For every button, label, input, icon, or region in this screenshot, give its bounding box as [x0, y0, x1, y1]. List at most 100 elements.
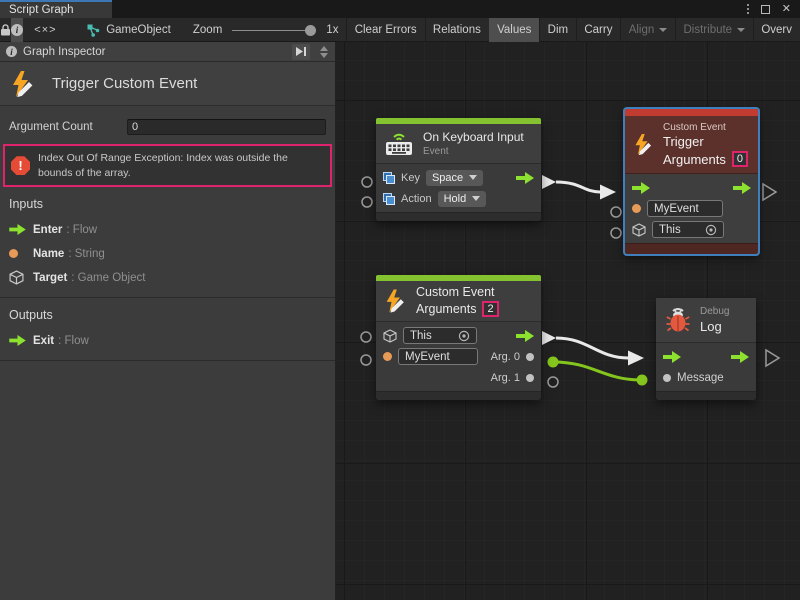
carry-button[interactable]: Carry: [576, 18, 620, 42]
port-debug-exit[interactable]: [766, 350, 779, 366]
port-keyboard-key[interactable]: [362, 177, 372, 187]
section-divider: [0, 360, 335, 361]
keyboard-icon: [384, 130, 414, 157]
info-icon: i: [11, 24, 23, 36]
message-label: Message: [677, 372, 724, 384]
action-dropdown[interactable]: Hold: [438, 191, 487, 207]
event-name-field[interactable]: MyEvent: [647, 200, 723, 217]
enum-icon: [383, 193, 395, 205]
gameobject-button[interactable]: GameObject: [78, 18, 179, 42]
lock-button[interactable]: [0, 18, 11, 42]
flow-out-arrow-icon[interactable]: [731, 351, 749, 363]
target-field[interactable]: This: [403, 327, 477, 344]
code-view-button[interactable]: <×>: [26, 18, 64, 42]
flow-in-arrow-icon[interactable]: [663, 351, 681, 363]
inspector-toggle-button[interactable]: i: [11, 18, 23, 42]
object-picker-icon[interactable]: [458, 330, 470, 342]
window-menu-icon[interactable]: [747, 4, 749, 14]
node-error-bar: [625, 109, 758, 116]
zoom-label: Zoom: [185, 18, 222, 42]
flow-in-arrow-icon[interactable]: [632, 182, 650, 194]
info-icon: i: [6, 46, 17, 57]
port-trigger-exit[interactable]: [763, 184, 776, 200]
target-field[interactable]: This: [652, 221, 724, 238]
wire-arrowhead: [628, 351, 644, 366]
close-icon[interactable]: ✕: [782, 4, 791, 15]
inspector-header-title: Graph Inspector: [23, 46, 105, 58]
input-item-target: Target : Game Object: [9, 271, 326, 284]
relations-button[interactable]: Relations: [425, 18, 489, 42]
node-debug-log[interactable]: Debug Log Message: [656, 298, 756, 400]
flow-out-arrow-icon[interactable]: [516, 172, 534, 184]
titlebar-spacer: [112, 0, 747, 18]
port-keyboard-action[interactable]: [362, 197, 372, 207]
arg0-port-icon[interactable]: [526, 353, 534, 361]
spinner-down-icon: [320, 53, 328, 58]
port-trigger-target[interactable]: [611, 228, 621, 238]
outputs-header: Outputs: [9, 308, 326, 322]
event-name-field[interactable]: MyEvent: [398, 348, 478, 365]
port-arg1-out[interactable]: [548, 377, 558, 387]
port-message-in[interactable]: [637, 375, 648, 386]
argument-count-input[interactable]: 0: [127, 119, 326, 135]
title-bar: Script Graph ✕: [0, 0, 800, 18]
flow-out-arrow-icon[interactable]: [516, 330, 534, 342]
enum-icon: [383, 172, 395, 184]
dock-button[interactable]: [292, 44, 310, 60]
bolt-pencil-icon: [384, 288, 407, 314]
maximize-icon[interactable]: [761, 5, 770, 14]
key-dropdown[interactable]: Space: [426, 170, 483, 186]
chevron-down-icon: [472, 196, 480, 201]
node-custom-event[interactable]: Custom Event Arguments 2 This: [376, 275, 541, 400]
zoom-slider[interactable]: [222, 18, 326, 42]
flow-out-arrow-icon[interactable]: [733, 182, 751, 194]
port-keyboard-out[interactable]: [542, 175, 556, 189]
overview-button[interactable]: Overv: [753, 18, 800, 42]
zoom-handle[interactable]: [305, 25, 316, 36]
cube-icon[interactable]: [632, 223, 646, 237]
string-port-icon[interactable]: [383, 352, 392, 361]
graph-canvas[interactable]: On Keyboard Input Event Key Space: [336, 42, 800, 600]
wire-customevent-debug: [556, 338, 628, 358]
graph-inspector-panel: i Graph Inspector Trigger Custom Event A…: [0, 42, 336, 600]
outputs-section: Outputs Exit : Flow: [0, 298, 335, 358]
tab-script-graph[interactable]: Script Graph: [0, 0, 112, 18]
arguments-count-box[interactable]: 0: [732, 151, 748, 167]
zoom-track: [232, 30, 316, 31]
inspector-spinner[interactable]: [316, 46, 332, 58]
arg1-port-icon[interactable]: [526, 374, 534, 382]
distribute-button[interactable]: Distribute: [676, 18, 754, 42]
inputs-header: Inputs: [9, 197, 326, 211]
arguments-count-box[interactable]: 2: [482, 301, 498, 317]
node-on-keyboard-input[interactable]: On Keyboard Input Event Key Space: [376, 118, 541, 221]
string-port-icon: [9, 249, 33, 258]
argument-count-row: Argument Count 0: [9, 119, 326, 135]
cube-icon[interactable]: [383, 329, 397, 343]
clear-errors-button[interactable]: Clear Errors: [347, 18, 425, 42]
key-label: Key: [401, 172, 420, 184]
wire-arrowhead: [600, 185, 616, 200]
flow-arrow-icon: [9, 335, 33, 346]
inspector-unit-title: Trigger Custom Event: [0, 62, 335, 106]
port-arg0-out[interactable]: [548, 357, 559, 368]
node-footer: [376, 391, 541, 400]
error-text: Index Out Of Range Exception: Index was …: [38, 151, 324, 180]
node-trigger-custom-event[interactable]: Custom Event Trigger Arguments 0: [624, 108, 759, 255]
string-port-icon[interactable]: [632, 204, 641, 213]
align-button[interactable]: Align: [621, 18, 676, 42]
port-customevent-target[interactable]: [361, 332, 371, 342]
error-icon: !: [11, 156, 30, 175]
node-subtitle: Event: [423, 146, 524, 157]
dim-button[interactable]: Dim: [540, 18, 576, 42]
zoom-value: 1x: [326, 18, 346, 42]
port-customevent-name[interactable]: [361, 355, 371, 365]
port-trigger-name[interactable]: [611, 207, 621, 217]
node-title: On Keyboard Input: [423, 130, 524, 144]
object-picker-icon[interactable]: [705, 224, 717, 236]
values-button[interactable]: Values: [489, 18, 539, 42]
message-port-icon[interactable]: [663, 374, 671, 382]
port-customevent-out[interactable]: [542, 331, 556, 345]
cube-icon: [9, 270, 33, 285]
bolt-pencil-icon: [633, 131, 654, 158]
action-label: Action: [401, 193, 432, 205]
